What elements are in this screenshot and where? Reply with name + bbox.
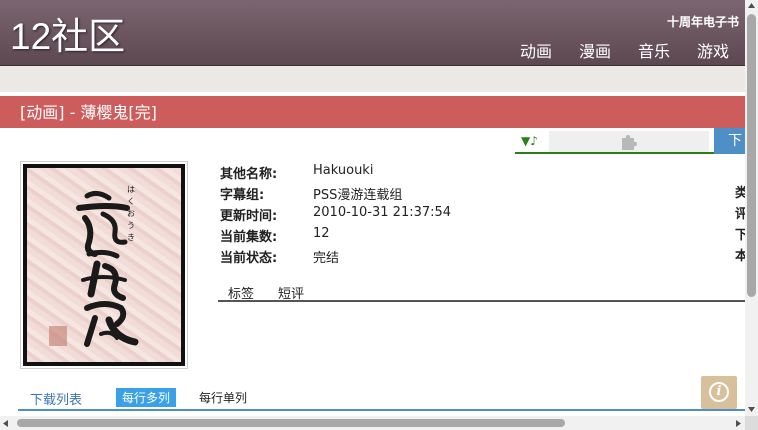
- tab-multi-column[interactable]: 每行多列: [116, 388, 177, 407]
- info-label: 其他名称:: [220, 167, 278, 182]
- scroll-right-icon[interactable]: [736, 420, 741, 427]
- page-viewport: 12社区 十周年电子书 动画 漫画 音乐 游戏 [动画] - 薄樱鬼[完] ▼♪…: [0, 0, 745, 416]
- scrollbar-corner: [745, 416, 758, 430]
- site-logo[interactable]: 12社区: [10, 14, 125, 60]
- download-tabs: 下载列表 每行多列 每行单列: [18, 386, 745, 411]
- info-value: 2010-10-31 21:37:54: [313, 205, 452, 220]
- cover-image: はくおうき: [20, 161, 188, 369]
- scroll-down-icon[interactable]: [748, 407, 755, 412]
- svg-text:お: お: [127, 209, 135, 218]
- info-icon: i: [709, 382, 729, 402]
- music-toggle[interactable]: ▼♪: [521, 134, 538, 148]
- info-label: 字幕组:: [220, 188, 265, 203]
- nav-item-manga[interactable]: 漫画: [579, 38, 611, 62]
- info-label: 更新时间:: [220, 209, 278, 224]
- info-value[interactable]: PSS漫游连载组: [313, 184, 402, 203]
- info-right-label: 类: [735, 186, 745, 201]
- puzzle-icon: [622, 134, 638, 150]
- tool-strip: ▼♪: [515, 131, 714, 154]
- tab-short-review[interactable]: 短评: [278, 283, 304, 302]
- info-right-label: 本: [735, 249, 745, 264]
- info-value: 完结: [313, 251, 340, 266]
- info-right-label: 评: [735, 207, 745, 222]
- info-button[interactable]: i: [701, 376, 737, 409]
- vertical-scrollbar[interactable]: [745, 0, 758, 416]
- cover-calligraphy: はくおうき: [49, 185, 139, 347]
- horizontal-scrollbar[interactable]: [0, 416, 745, 430]
- nav-item-anime[interactable]: 动画: [520, 38, 552, 62]
- vertical-scroll-thumb[interactable]: [747, 14, 756, 297]
- horizontal-scroll-thumb[interactable]: [17, 419, 565, 427]
- nav-item-music[interactable]: 音乐: [638, 38, 670, 62]
- header-band: [0, 66, 745, 92]
- info-right-label: 下: [735, 228, 745, 243]
- info-value: 12: [313, 226, 330, 241]
- tab-download-list[interactable]: 下载列表: [30, 389, 82, 408]
- svg-text:く: く: [127, 197, 135, 206]
- info-label: 当前状态:: [220, 251, 278, 266]
- scroll-left-icon[interactable]: [3, 420, 8, 427]
- nav-item-games[interactable]: 游戏: [697, 38, 729, 62]
- anniversary-ebook-link[interactable]: 十周年电子书: [667, 13, 739, 30]
- svg-text:き: き: [127, 233, 135, 242]
- info-label: 当前集数:: [220, 230, 278, 245]
- svg-text:は: は: [127, 185, 135, 194]
- main-nav: 动画 漫画 音乐 游戏: [520, 38, 729, 62]
- svg-text:う: う: [127, 221, 135, 230]
- page-title: [动画] - 薄樱鬼[完]: [0, 96, 745, 128]
- info-right-column: 类 评 下 本: [735, 183, 745, 267]
- tab-tags[interactable]: 标签: [228, 283, 254, 302]
- scroll-up-icon[interactable]: [748, 3, 755, 8]
- detail-tabs: 标签 短评: [218, 281, 745, 302]
- info-value: Hakuouki: [313, 163, 374, 178]
- plugin-placeholder[interactable]: [549, 131, 709, 152]
- download-button[interactable]: 下: [714, 128, 745, 154]
- site-header: 12社区 十周年电子书 动画 漫画 音乐 游戏: [0, 0, 745, 66]
- tab-single-column[interactable]: 每行单列: [199, 389, 247, 406]
